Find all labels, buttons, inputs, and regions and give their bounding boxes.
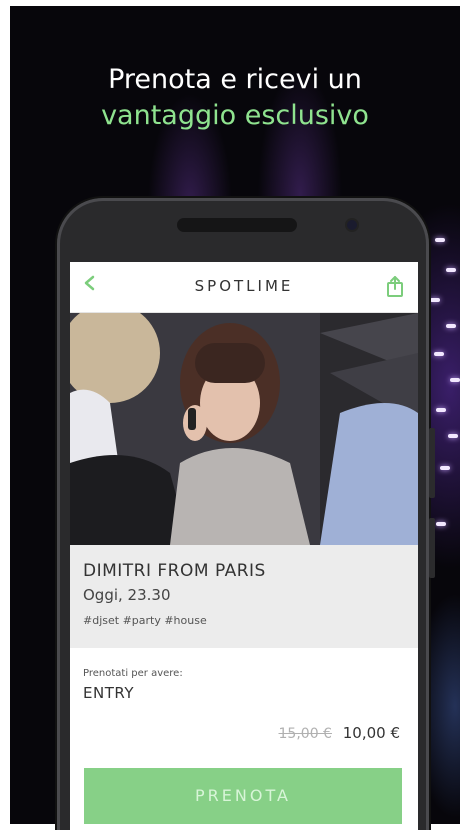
light-dot (446, 324, 456, 328)
light-dot (436, 408, 446, 412)
booking-section: Prenotati per avere: ENTRY 15,00 € 10,00… (70, 648, 418, 748)
app-bar: SPOTLIME (70, 262, 418, 313)
headline-line-1: Prenota e ricevi un (108, 64, 362, 95)
volume-button (429, 428, 435, 498)
power-button (429, 518, 435, 578)
light-dot (435, 238, 445, 242)
share-icon (387, 276, 403, 297)
event-photo-image (70, 313, 418, 545)
app-screen: SPOTLIME DIMITRI FROM PARIS Oggi, 23.30 … (70, 262, 418, 830)
promo-headline: Prenota e ricevi un vantaggio esclusivo (10, 62, 460, 134)
event-name: DIMITRI FROM PARIS (83, 561, 266, 581)
event-tags: #djset #party #house (83, 614, 207, 627)
share-button[interactable] (384, 274, 406, 298)
light-dot (448, 434, 458, 438)
event-photo (70, 313, 418, 545)
light-dot (446, 268, 456, 272)
light-dot (430, 298, 440, 302)
event-info: DIMITRI FROM PARIS Oggi, 23.30 #djset #p… (70, 545, 418, 648)
app-store-screenshot: Prenota e ricevi un vantaggio esclusivo … (0, 0, 468, 830)
light-dot (440, 466, 450, 470)
phone-camera (347, 220, 357, 230)
price: 15,00 € 10,00 € (279, 724, 400, 742)
old-price: 15,00 € (278, 726, 332, 742)
booking-value: ENTRY (83, 684, 134, 702)
light-dot (434, 352, 444, 356)
new-price: 10,00 € (342, 724, 400, 742)
light-dot (450, 378, 460, 382)
phone-speaker (177, 218, 297, 232)
headline-line-2: vantaggio esclusivo (101, 100, 369, 131)
app-title: SPOTLIME (194, 277, 294, 295)
prenota-button[interactable]: PRENOTA (84, 768, 402, 824)
light-dot (436, 522, 446, 526)
booking-label: Prenotati per avere: (83, 668, 183, 679)
event-time: Oggi, 23.30 (83, 586, 171, 604)
